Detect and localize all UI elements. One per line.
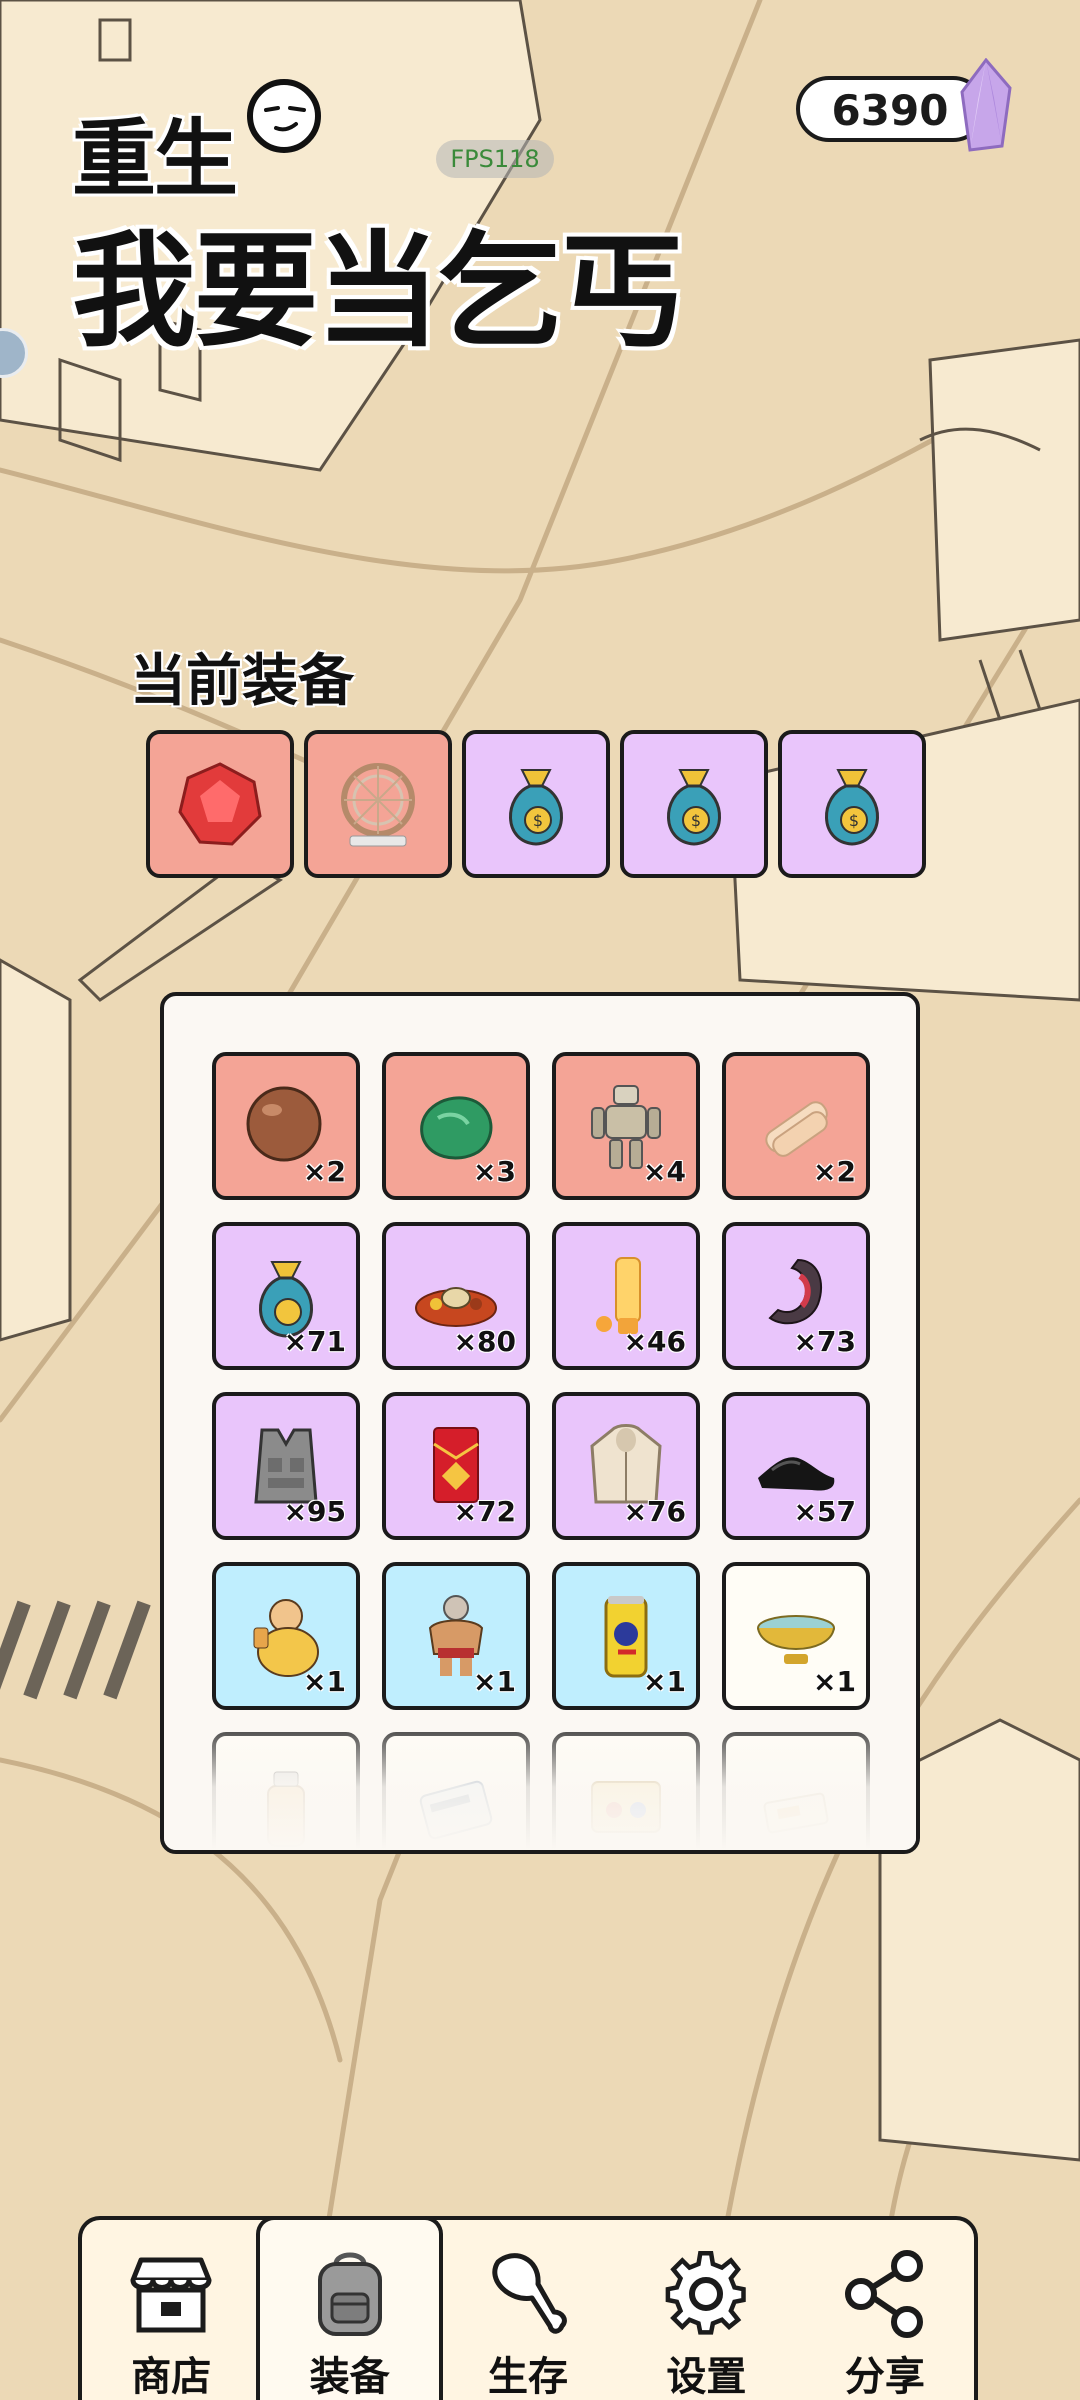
game-title-line2: 我要当乞丐 bbox=[72, 220, 684, 364]
nav-share[interactable]: 分享 bbox=[796, 2220, 974, 2400]
money-bag-icon: $ bbox=[509, 769, 563, 846]
inventory-item[interactable] bbox=[382, 1732, 530, 1850]
inventory-item[interactable]: ×46 bbox=[552, 1222, 700, 1370]
equipped-slot[interactable]: $ bbox=[620, 730, 768, 878]
inventory-item[interactable] bbox=[552, 1732, 700, 1850]
ruby-gem-icon bbox=[178, 762, 262, 846]
current-equipment-label: 当前装备 bbox=[130, 649, 354, 714]
svg-text:$: $ bbox=[691, 811, 701, 830]
currency-value: 6390 bbox=[831, 86, 949, 135]
equipped-slots: $ $ $ bbox=[146, 730, 926, 878]
inventory-item[interactable]: ×2 bbox=[212, 1052, 360, 1200]
equipped-slot[interactable]: $ bbox=[778, 730, 926, 878]
nav-shop[interactable]: 商店 bbox=[82, 2220, 260, 2400]
item-count: ×95 bbox=[283, 1495, 346, 1528]
drumstick-icon bbox=[492, 2253, 567, 2334]
inventory-grid: ×2 ×3 ×4 ×2 ×71 ×80 ×46 ×73 ×95 ×72 ×76 … bbox=[212, 1052, 870, 1850]
inventory-item[interactable]: ×1 bbox=[382, 1562, 530, 1710]
paper-icon bbox=[763, 1792, 829, 1834]
share-icon bbox=[844, 2250, 923, 2338]
hamster-wheel-icon bbox=[341, 763, 415, 847]
inventory-item[interactable]: ×76 bbox=[552, 1392, 700, 1540]
inventory-item[interactable]: ×2 bbox=[722, 1052, 870, 1200]
inventory-item[interactable]: ×73 bbox=[722, 1222, 870, 1370]
item-count: ×71 bbox=[283, 1325, 346, 1358]
item-count: ×2 bbox=[813, 1155, 856, 1188]
inventory-item[interactable]: ×1 bbox=[212, 1562, 360, 1710]
smirk-face-icon bbox=[247, 79, 321, 153]
svg-text:$: $ bbox=[849, 811, 859, 830]
inventory-item[interactable]: ×3 bbox=[382, 1052, 530, 1200]
nav-survival[interactable]: 生存 bbox=[439, 2220, 617, 2400]
item-count: ×3 bbox=[473, 1155, 516, 1188]
inventory-item[interactable]: ×80 bbox=[382, 1222, 530, 1370]
svg-text:$: $ bbox=[533, 811, 543, 830]
nav-equipment[interactable]: 装备 bbox=[256, 2216, 443, 2400]
inventory-item[interactable] bbox=[722, 1732, 870, 1850]
item-count: ×4 bbox=[643, 1155, 686, 1188]
money-bag-icon: $ bbox=[667, 769, 721, 846]
nav-label: 商店 bbox=[131, 2354, 212, 2400]
inventory-panel[interactable]: ×2 ×3 ×4 ×2 ×71 ×80 ×46 ×73 ×95 ×72 ×76 … bbox=[160, 992, 920, 1854]
equipped-slot[interactable] bbox=[146, 730, 294, 878]
equipped-slot[interactable]: $ bbox=[462, 730, 610, 878]
inventory-item[interactable]: ×72 bbox=[382, 1392, 530, 1540]
inventory-item[interactable]: ×57 bbox=[722, 1392, 870, 1540]
item-count: ×1 bbox=[473, 1665, 516, 1698]
inventory-item[interactable]: ×4 bbox=[552, 1052, 700, 1200]
item-count: ×46 bbox=[623, 1325, 686, 1358]
item-count: ×73 bbox=[793, 1325, 856, 1358]
nav-label: 设置 bbox=[666, 2354, 747, 2400]
bottom-nav: 商店 装备 生存 设置 分享 bbox=[78, 2216, 978, 2400]
card-icon bbox=[419, 1780, 493, 1840]
inventory-item[interactable]: ×1 bbox=[552, 1562, 700, 1710]
nav-label: 分享 bbox=[844, 2354, 925, 2400]
item-count: ×80 bbox=[453, 1325, 516, 1358]
backpack-icon bbox=[317, 2252, 382, 2336]
shop-icon bbox=[130, 2257, 212, 2333]
gear-icon bbox=[666, 2250, 747, 2335]
item-count: ×72 bbox=[453, 1495, 516, 1528]
equipped-slot[interactable] bbox=[304, 730, 452, 878]
item-count: ×1 bbox=[813, 1665, 856, 1698]
gem-icon bbox=[960, 58, 1012, 152]
inventory-item[interactable]: ×71 bbox=[212, 1222, 360, 1370]
inventory-item[interactable]: ×95 bbox=[212, 1392, 360, 1540]
jar-icon bbox=[267, 1771, 305, 1847]
money-bag-icon: $ bbox=[825, 769, 879, 846]
inventory-item[interactable] bbox=[212, 1732, 360, 1850]
nav-label: 生存 bbox=[488, 2354, 569, 2400]
nav-settings[interactable]: 设置 bbox=[617, 2220, 795, 2400]
item-count: ×2 bbox=[303, 1155, 346, 1188]
fps-counter: FPS118 bbox=[436, 140, 554, 178]
item-count: ×57 bbox=[793, 1495, 856, 1528]
item-count: ×76 bbox=[623, 1495, 686, 1528]
inventory-item[interactable]: ×1 bbox=[722, 1562, 870, 1710]
ticket-icon bbox=[591, 1781, 661, 1833]
item-count: ×1 bbox=[303, 1665, 346, 1698]
nav-label: 装备 bbox=[309, 2354, 390, 2400]
item-count: ×1 bbox=[643, 1665, 686, 1698]
